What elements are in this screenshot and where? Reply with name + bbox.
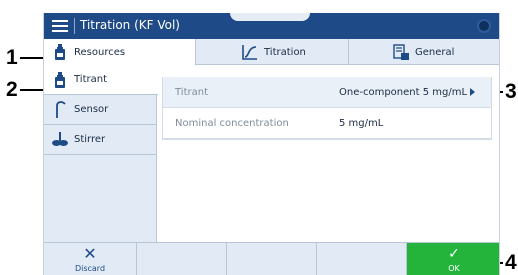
pull-down-handle[interactable] xyxy=(230,13,310,21)
device-screen: Titration (KF Vol) Resources Titration G… xyxy=(43,13,500,275)
discard-button[interactable]: ✕ Discard xyxy=(44,243,137,275)
stirrer-icon xyxy=(52,131,68,149)
ok-label: OK xyxy=(448,263,460,273)
tab-resources[interactable]: Resources xyxy=(44,39,196,66)
sidebar-item-stirrer[interactable]: Stirrer xyxy=(44,125,157,155)
settings-rows: Titrant One-component 5 mg/mL Nominal co… xyxy=(162,77,492,140)
empty-action-slot xyxy=(227,243,317,275)
titrant-row[interactable]: Titrant One-component 5 mg/mL xyxy=(163,77,491,108)
callout-1: 1 xyxy=(6,46,18,69)
checkmark-icon: ✓ xyxy=(448,245,460,262)
title-separator xyxy=(74,18,75,34)
sidebar-item-titrant[interactable]: Titrant xyxy=(44,65,158,95)
sidebar-item-sensor[interactable]: Sensor xyxy=(44,95,157,125)
callout-3: 3 xyxy=(505,80,517,103)
chevron-right-icon[interactable] xyxy=(470,88,475,96)
tab-titration-label: Titration xyxy=(264,46,306,58)
window-title: Titration (KF Vol) xyxy=(80,18,180,32)
sidebar-item-titrant-label: Titrant xyxy=(74,74,107,85)
discard-label: Discard xyxy=(74,264,106,273)
nominal-concentration-label: Nominal concentration xyxy=(175,117,289,129)
settings-sheet-icon xyxy=(393,44,409,60)
tab-titration[interactable]: Titration xyxy=(196,39,349,65)
status-icon xyxy=(477,19,491,33)
titration-curve-icon xyxy=(242,44,258,60)
nominal-concentration-value: 5 mg/mL xyxy=(339,117,384,129)
figure: 1 2 3 4 Titration (KF Vol) Resources Tit… xyxy=(0,0,518,275)
tab-resources-label: Resources xyxy=(74,46,126,58)
ok-button[interactable]: ✓ OK xyxy=(407,243,499,275)
nominal-concentration-row: Nominal concentration 5 mg/mL xyxy=(163,108,491,139)
titrant-bottle-icon xyxy=(52,71,68,89)
action-bar: ✕ Discard ✓ OK xyxy=(44,242,499,275)
callout-4: 4 xyxy=(505,251,517,274)
sensor-icon xyxy=(52,100,68,119)
sidebar: Titrant Sensor Stirrer xyxy=(44,65,158,253)
titrant-row-label: Titrant xyxy=(175,86,208,98)
sidebar-item-sensor-label: Sensor xyxy=(74,104,109,115)
callout-2: 2 xyxy=(6,78,18,101)
empty-action-slot xyxy=(137,243,227,275)
sidebar-item-stirrer-label: Stirrer xyxy=(74,134,106,145)
tab-general-label: General xyxy=(415,46,455,58)
titrant-row-value: One-component 5 mg/mL xyxy=(339,86,468,98)
title-bar: Titration (KF Vol) xyxy=(44,13,499,39)
bottle-icon xyxy=(52,44,68,60)
tab-bar: Resources Titration General xyxy=(44,39,499,66)
settings-list: Titrant One-component 5 mg/mL Nominal co… xyxy=(162,77,492,140)
menu-icon[interactable] xyxy=(52,19,68,33)
tab-general[interactable]: General xyxy=(349,39,499,65)
close-icon: ✕ xyxy=(83,244,97,263)
empty-action-slot xyxy=(317,243,407,275)
